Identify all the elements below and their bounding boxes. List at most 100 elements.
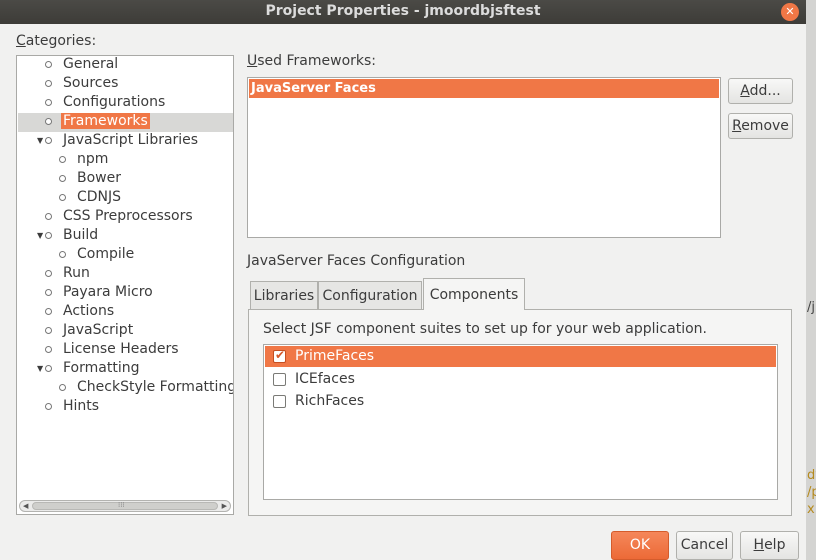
categories-label: Categories: bbox=[16, 33, 97, 49]
node-bullet-icon bbox=[45, 80, 52, 87]
framework-item[interactable]: JavaServer Faces bbox=[249, 79, 719, 98]
tree-item-compile[interactable]: Compile bbox=[59, 245, 136, 264]
close-icon[interactable]: ✕ bbox=[781, 3, 799, 21]
tree-item-general[interactable]: General bbox=[45, 56, 120, 74]
tree-item-label: General bbox=[63, 56, 119, 72]
tree-item-checkstyle-formatting[interactable]: CheckStyle Formatting bbox=[59, 378, 234, 397]
component-suites-list[interactable]: ✔ PrimeFaces ICEfaces RichFaces bbox=[263, 344, 778, 500]
tree-item-label: Formatting bbox=[63, 360, 140, 376]
node-bullet-icon bbox=[45, 346, 52, 353]
used-frameworks-label-mnemonic: U bbox=[247, 53, 258, 69]
jsf-configuration-label: JavaServer Faces Configuration bbox=[247, 253, 466, 269]
tree-item-label: License Headers bbox=[63, 341, 179, 357]
remove-framework-button[interactable]: Remove bbox=[728, 113, 793, 139]
background-text: /j bbox=[807, 300, 815, 315]
tree-item-javascript-libraries[interactable]: ▼ JavaScript Libraries bbox=[37, 131, 200, 150]
tree-item-bower[interactable]: Bower bbox=[59, 169, 123, 188]
used-frameworks-list[interactable]: JavaServer Faces bbox=[247, 77, 721, 238]
background-text: x bbox=[807, 502, 815, 517]
tree-item-label: JavaScript bbox=[63, 322, 134, 338]
icefaces-checkbox[interactable] bbox=[273, 373, 286, 386]
tree-item-label: Compile bbox=[77, 246, 135, 262]
node-bullet-icon bbox=[45, 270, 52, 277]
component-label: PrimeFaces bbox=[295, 348, 375, 364]
background-text: dy bbox=[807, 468, 816, 483]
scrollbar-thumb[interactable] bbox=[32, 502, 218, 510]
ok-button[interactable]: OK bbox=[611, 531, 669, 560]
background-text: /p bbox=[807, 485, 816, 500]
tree-item-javascript[interactable]: JavaScript bbox=[45, 321, 135, 340]
node-bullet-icon bbox=[59, 156, 66, 163]
tree-item-formatting[interactable]: ▼ Formatting bbox=[37, 359, 141, 378]
categories-label-mnemonic: C bbox=[16, 33, 26, 49]
cancel-button[interactable]: Cancel bbox=[676, 531, 733, 560]
component-row-richfaces[interactable]: RichFaces bbox=[265, 391, 776, 412]
tree-item-label: Build bbox=[63, 227, 99, 243]
node-bullet-icon bbox=[45, 61, 52, 68]
tree-item-label: Hints bbox=[63, 398, 100, 414]
tab-configuration[interactable]: Configuration bbox=[318, 281, 422, 309]
tree-item-css-preprocessors[interactable]: CSS Preprocessors bbox=[45, 207, 195, 226]
component-label: RichFaces bbox=[295, 393, 365, 409]
tree-item-hints[interactable]: Hints bbox=[45, 397, 101, 416]
tree-item-label: Run bbox=[63, 265, 90, 281]
help-button[interactable]: Help bbox=[740, 531, 799, 560]
node-bullet-icon bbox=[45, 99, 52, 106]
window-titlebar: Project Properties - jmoordbjsftest ✕ bbox=[0, 0, 806, 24]
add-framework-button[interactable]: Add... bbox=[728, 78, 793, 104]
tree-item-cdnjs[interactable]: CDNJS bbox=[59, 188, 123, 207]
tab-libraries[interactable]: Libraries bbox=[250, 281, 318, 309]
component-label: ICEfaces bbox=[295, 371, 355, 387]
node-bullet-icon bbox=[59, 194, 66, 201]
node-bullet-icon bbox=[45, 327, 52, 334]
component-instruction: Select JSF component suites to set up fo… bbox=[263, 321, 707, 337]
check-icon: ✔ bbox=[275, 348, 286, 362]
component-row-icefaces[interactable]: ICEfaces bbox=[265, 369, 776, 390]
tree-item-license-headers[interactable]: License Headers bbox=[45, 340, 181, 359]
tree-item-configurations[interactable]: Configurations bbox=[45, 93, 167, 112]
tree-item-label: Sources bbox=[63, 75, 119, 91]
node-bullet-icon bbox=[45, 232, 52, 239]
tree-item-label: Frameworks bbox=[61, 113, 150, 129]
tree-item-run[interactable]: Run bbox=[45, 264, 92, 283]
scrollbar-grip-icon: ⁞⁞⁞ bbox=[118, 501, 125, 509]
tree-item-label: Actions bbox=[63, 303, 115, 319]
scroll-right-icon[interactable]: ▶ bbox=[222, 501, 227, 511]
tree-item-label: JavaScript Libraries bbox=[63, 132, 199, 148]
tree-item-sources[interactable]: Sources bbox=[45, 74, 120, 93]
tree-item-label: npm bbox=[77, 151, 109, 167]
richfaces-checkbox[interactable] bbox=[273, 395, 286, 408]
window-title: Project Properties - jmoordbjsftest bbox=[265, 3, 541, 19]
tab-components[interactable]: Components bbox=[423, 278, 525, 310]
tree-item-actions[interactable]: Actions bbox=[45, 302, 116, 321]
component-row-primefaces[interactable]: ✔ PrimeFaces bbox=[265, 346, 776, 367]
tree-item-label: Bower bbox=[77, 170, 121, 186]
node-bullet-icon bbox=[45, 403, 52, 410]
node-bullet-icon bbox=[59, 384, 66, 391]
add-button-mnemonic: A bbox=[740, 83, 750, 99]
tree-item-build[interactable]: ▼ Build bbox=[37, 226, 100, 245]
node-bullet-icon bbox=[45, 308, 52, 315]
categories-tree[interactable]: ◀ ⁞⁞⁞ ▶ General Sources Configurations Fram… bbox=[16, 55, 234, 515]
used-frameworks-label: Used Frameworks: bbox=[247, 53, 377, 69]
tree-item-frameworks[interactable]: Frameworks bbox=[45, 112, 150, 131]
node-bullet-icon bbox=[45, 365, 52, 372]
tree-horizontal-scrollbar[interactable]: ◀ ⁞⁞⁞ ▶ bbox=[19, 500, 231, 512]
node-bullet-icon bbox=[45, 137, 52, 144]
scroll-left-icon[interactable]: ◀ bbox=[23, 501, 28, 511]
background-window: /j dy /p x bbox=[806, 0, 816, 560]
primefaces-checkbox[interactable]: ✔ bbox=[273, 348, 286, 363]
help-button-mnemonic: H bbox=[753, 537, 765, 553]
node-bullet-icon bbox=[59, 175, 66, 182]
node-bullet-icon bbox=[45, 289, 52, 296]
tree-item-label: Payara Micro bbox=[63, 284, 153, 300]
node-bullet-icon bbox=[45, 118, 52, 125]
node-bullet-icon bbox=[59, 251, 66, 258]
tree-item-label: CSS Preprocessors bbox=[63, 208, 193, 224]
tree-item-label: Configurations bbox=[63, 94, 166, 110]
tree-item-label: CheckStyle Formatting bbox=[77, 379, 234, 395]
tree-item-npm[interactable]: npm bbox=[59, 150, 110, 169]
node-bullet-icon bbox=[45, 213, 52, 220]
tree-item-payara-micro[interactable]: Payara Micro bbox=[45, 283, 155, 302]
remove-button-mnemonic: R bbox=[732, 118, 742, 134]
